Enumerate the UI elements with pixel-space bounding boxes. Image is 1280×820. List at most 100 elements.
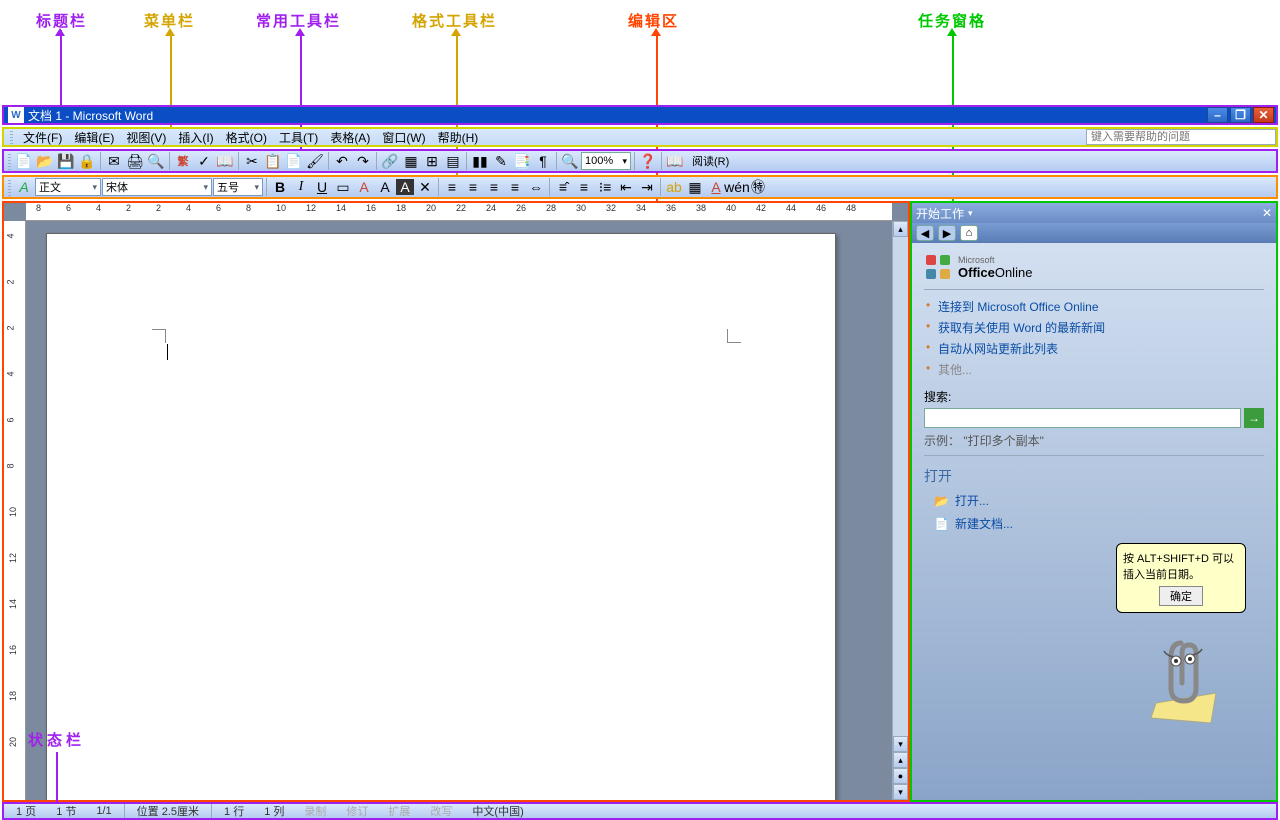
- menu-view[interactable]: 视图(V): [120, 128, 172, 147]
- search-go-button[interactable]: →: [1244, 408, 1264, 428]
- phonetic-icon[interactable]: wén: [727, 177, 747, 197]
- close-button[interactable]: ✕: [1253, 107, 1274, 123]
- print-icon[interactable]: 🖨: [125, 151, 145, 171]
- bold-button[interactable]: B: [270, 177, 290, 197]
- status-rec[interactable]: 录制: [296, 803, 334, 819]
- style-combo[interactable]: 正文▾: [35, 178, 101, 196]
- menu-insert[interactable]: 插入(I): [172, 128, 219, 147]
- read-icon[interactable]: 📖: [665, 151, 685, 171]
- link-update-list[interactable]: 自动从网站更新此列表: [938, 338, 1264, 359]
- italic-button[interactable]: I: [291, 177, 311, 197]
- toolbar-grip[interactable]: [8, 152, 11, 170]
- decrease-indent-icon[interactable]: ⇤: [616, 177, 636, 197]
- columns-icon[interactable]: ▮▮: [470, 151, 490, 171]
- undo-icon[interactable]: ↶: [332, 151, 352, 171]
- increase-indent-icon[interactable]: ⇥: [637, 177, 657, 197]
- prev-page-button[interactable]: ▴: [893, 752, 908, 768]
- document-page[interactable]: [46, 233, 836, 800]
- clippy-assistant-icon[interactable]: [1146, 633, 1226, 723]
- menu-table[interactable]: 表格(A): [324, 128, 376, 147]
- vertical-scrollbar[interactable]: ▴ ▾ ▴ ● ▾: [892, 221, 908, 800]
- maximize-button[interactable]: ❐: [1230, 107, 1251, 123]
- tip-ok-button[interactable]: 确定: [1159, 586, 1203, 606]
- menu-file[interactable]: 文件(F): [17, 128, 68, 147]
- char-scaling-a[interactable]: A: [396, 179, 414, 195]
- doc-map-icon[interactable]: 📑: [512, 151, 532, 171]
- nav-forward-button[interactable]: ▶: [938, 225, 956, 241]
- next-page-button[interactable]: ▾: [893, 784, 908, 800]
- spellcheck-icon[interactable]: ✓: [194, 151, 214, 171]
- border-icon[interactable]: ▭: [333, 177, 353, 197]
- trad-simp-button[interactable]: 繁: [173, 151, 193, 171]
- new-document-link[interactable]: 📄 新建文档...: [924, 512, 1264, 535]
- page-canvas[interactable]: [26, 221, 892, 800]
- scroll-down-button[interactable]: ▾: [893, 736, 908, 752]
- save-icon[interactable]: 💾: [56, 151, 76, 171]
- zoom-out-icon[interactable]: 🔍: [560, 151, 580, 171]
- horizontal-ruler[interactable]: 8642246810121416182022242628303234363840…: [26, 203, 892, 221]
- permission-icon[interactable]: 🔒: [77, 151, 97, 171]
- size-combo[interactable]: 五号▾: [213, 178, 263, 196]
- highlight-icon[interactable]: ab: [664, 177, 684, 197]
- align-center-icon[interactable]: ≡: [463, 177, 483, 197]
- taskpane-dropdown-icon[interactable]: ▾: [968, 208, 973, 219]
- vertical-ruler[interactable]: 422468101214161820: [4, 221, 26, 800]
- bullets-icon[interactable]: ⁝≡: [595, 177, 615, 197]
- toolbar-grip[interactable]: [8, 178, 11, 196]
- distribute-icon[interactable]: ⇔: [526, 177, 546, 197]
- status-rev[interactable]: 修订: [338, 803, 376, 819]
- align-justify-icon[interactable]: ≡: [505, 177, 525, 197]
- search-input[interactable]: [924, 408, 1241, 428]
- excel-icon[interactable]: ▤: [443, 151, 463, 171]
- underline-button[interactable]: U: [312, 177, 332, 197]
- paste-icon[interactable]: 📄: [284, 151, 304, 171]
- tables-borders-icon[interactable]: ▦: [401, 151, 421, 171]
- align-left-icon[interactable]: ≡: [442, 177, 462, 197]
- open-icon[interactable]: 📂: [35, 151, 55, 171]
- menu-window[interactable]: 窗口(W): [376, 128, 431, 147]
- open-file-link[interactable]: 📂 打开...: [924, 489, 1264, 512]
- menu-tools[interactable]: 工具(T): [273, 128, 324, 147]
- status-lang[interactable]: 中文(中国): [464, 803, 531, 819]
- style-icon[interactable]: A: [14, 177, 34, 197]
- help-icon[interactable]: ❓: [638, 151, 658, 171]
- font-color-icon[interactable]: A: [706, 177, 726, 197]
- status-ovr[interactable]: 改写: [422, 803, 460, 819]
- help-search-input[interactable]: [1086, 129, 1276, 145]
- line-spacing-icon[interactable]: ≡̂: [553, 177, 573, 197]
- numbering-icon[interactable]: ≡: [574, 177, 594, 197]
- menu-edit[interactable]: 编辑(E): [68, 128, 120, 147]
- link-word-news[interactable]: 获取有关使用 Word 的最新新闻: [938, 317, 1264, 338]
- zoom-combo[interactable]: 100%▾: [581, 152, 631, 170]
- font-combo[interactable]: 宋体▾: [102, 178, 212, 196]
- read-mode-button[interactable]: 阅读(R): [686, 152, 735, 170]
- status-ext[interactable]: 扩展: [380, 803, 418, 819]
- menu-help[interactable]: 帮助(H): [432, 128, 485, 147]
- char-border-a[interactable]: A: [375, 177, 395, 197]
- toolbar-grip[interactable]: [10, 130, 13, 144]
- nav-back-button[interactable]: ◀: [916, 225, 934, 241]
- enclose-char-icon[interactable]: ㊕: [748, 177, 768, 197]
- menu-format[interactable]: 格式(O): [220, 128, 273, 147]
- scroll-up-button[interactable]: ▴: [893, 221, 908, 237]
- format-painter-icon[interactable]: 🖌: [305, 151, 325, 171]
- new-icon[interactable]: 📄: [14, 151, 34, 171]
- align-right-icon[interactable]: ≡: [484, 177, 504, 197]
- copy-icon[interactable]: 📋: [263, 151, 283, 171]
- redo-icon[interactable]: ↷: [353, 151, 373, 171]
- link-more[interactable]: 其他...: [938, 359, 1264, 380]
- print-preview-icon[interactable]: 🔍: [146, 151, 166, 171]
- taskpane-close-button[interactable]: ✕: [1262, 206, 1272, 220]
- cut-icon[interactable]: ✂: [242, 151, 262, 171]
- link-connect-online[interactable]: 连接到 Microsoft Office Online: [938, 296, 1264, 317]
- char-shading-a[interactable]: A: [354, 177, 374, 197]
- show-marks-icon[interactable]: ¶: [533, 151, 553, 171]
- browse-object-button[interactable]: ●: [893, 768, 908, 784]
- drawing-icon[interactable]: ✎: [491, 151, 511, 171]
- nav-home-button[interactable]: ⌂: [960, 225, 978, 241]
- borders-icon[interactable]: ▦: [685, 177, 705, 197]
- char-effect-icon[interactable]: ✕: [415, 177, 435, 197]
- email-icon[interactable]: ✉: [104, 151, 124, 171]
- hyperlink-icon[interactable]: 🔗: [380, 151, 400, 171]
- insert-table-icon[interactable]: ⊞: [422, 151, 442, 171]
